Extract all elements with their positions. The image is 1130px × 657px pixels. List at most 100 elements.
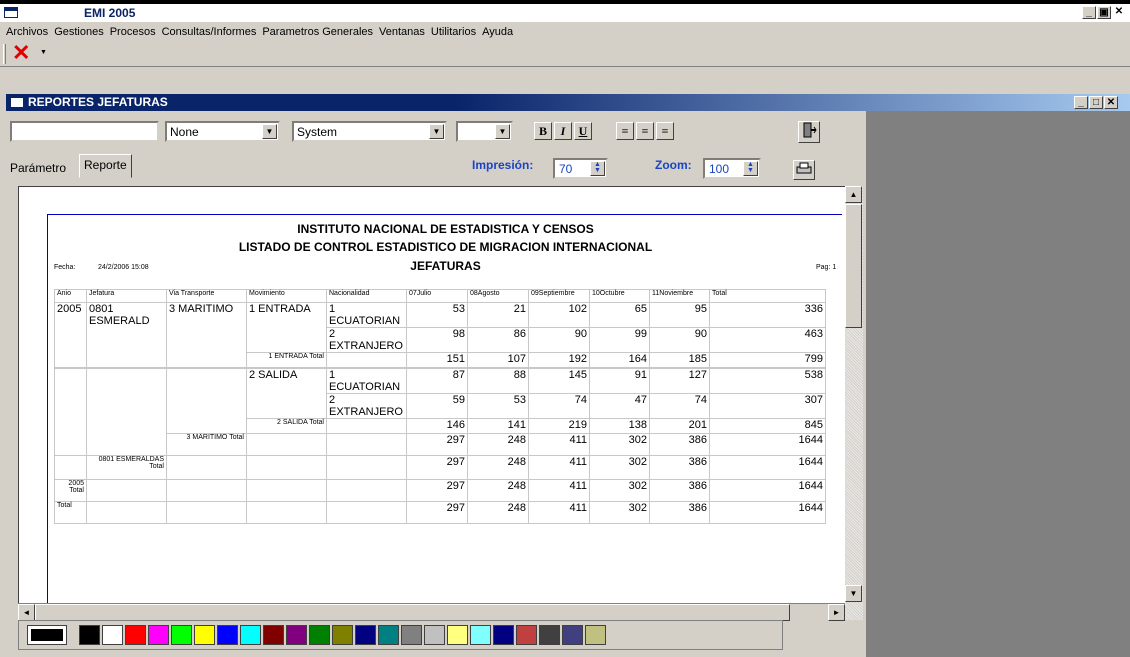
horizontal-scrollbar[interactable]: ◄ ► <box>18 603 845 621</box>
color-swatch[interactable] <box>447 625 468 645</box>
align-center-icon[interactable]: ≡ <box>636 122 654 140</box>
color-swatch[interactable] <box>102 625 123 645</box>
chevron-down-icon[interactable]: ▼ <box>262 124 277 139</box>
color-swatch[interactable] <box>424 625 445 645</box>
fecha-value: 24/2/2006 15:08 <box>98 264 149 271</box>
color-swatch[interactable] <box>516 625 537 645</box>
cell-subtotal-label: 3 MARITIMO Total <box>166 432 247 456</box>
color-swatch[interactable] <box>171 625 192 645</box>
app-title-bar: EMI 2005 _ ▣ ✕ <box>0 4 1130 22</box>
toolbar-grip[interactable] <box>3 44 6 64</box>
cell-value: 146 <box>406 417 468 434</box>
close-icon[interactable]: ✕ <box>12 42 30 64</box>
color-swatch[interactable] <box>263 625 284 645</box>
vertical-scrollbar[interactable]: ▲ ▼ <box>845 186 863 620</box>
tab-parametro[interactable]: Parámetro <box>6 158 70 178</box>
align-right-icon[interactable]: ≡ <box>656 122 674 140</box>
color-swatch[interactable] <box>562 625 583 645</box>
menu-gestiones[interactable]: Gestiones <box>51 26 107 38</box>
scroll-right-icon[interactable]: ► <box>828 604 845 621</box>
child-minimize-icon[interactable]: _ <box>1074 96 1088 109</box>
app-window-controls: _ ▣ ✕ <box>1082 6 1126 19</box>
chevron-down-icon[interactable]: ▼ <box>40 49 47 56</box>
cell-value: 87 <box>406 367 468 394</box>
cell-value: 302 <box>589 454 650 480</box>
zoom-spinner[interactable]: 100 ▲ ▼ <box>703 158 761 179</box>
color-swatch[interactable] <box>240 625 261 645</box>
cell-value: 98 <box>406 327 468 353</box>
app-minimize-icon[interactable]: _ <box>1082 6 1096 19</box>
child-close-icon[interactable]: ✕ <box>1104 96 1118 109</box>
menu-utilitarios[interactable]: Utilitarios <box>428 26 479 38</box>
color-swatch[interactable] <box>470 625 491 645</box>
color-swatch[interactable] <box>286 625 307 645</box>
current-color-swatch[interactable] <box>27 625 67 645</box>
cell-subtotal-label: 1 ENTRADA Total <box>246 352 327 368</box>
menu-consultas[interactable]: Consultas/Informes <box>159 26 260 38</box>
color-swatch[interactable] <box>309 625 330 645</box>
color-swatch[interactable] <box>332 625 353 645</box>
scroll-down-icon[interactable]: ▼ <box>845 585 862 602</box>
cell-year: 2005 <box>54 302 87 368</box>
cell-value: 386 <box>649 432 710 456</box>
cell-empty <box>326 500 407 524</box>
tab-reporte[interactable]: Reporte <box>79 154 132 178</box>
size-select[interactable]: ▼ <box>456 121 513 142</box>
chevron-down-icon[interactable]: ▼ <box>429 124 444 139</box>
style-select[interactable]: None ▼ <box>165 121 280 142</box>
chevron-down-icon[interactable]: ▼ <box>495 124 510 139</box>
esmeraldas-total-label: 0801 ESMERALDAS <box>98 455 164 463</box>
page-number: Pag: 1 <box>816 264 837 271</box>
align-left-icon[interactable]: ≡ <box>616 122 634 140</box>
cell-total: 307 <box>709 392 826 419</box>
cell-empty <box>326 432 407 456</box>
child-window-controls: _ □ ✕ <box>1074 96 1118 109</box>
cell-value: 145 <box>528 367 590 394</box>
menu-ayuda[interactable]: Ayuda <box>479 26 516 38</box>
child-maximize-icon[interactable]: □ <box>1089 96 1103 109</box>
app-close-icon[interactable]: ✕ <box>1112 6 1126 19</box>
menu-ventanas[interactable]: Ventanas <box>376 26 428 38</box>
cell-nacionalidad: 2 EXTRANJERO <box>326 327 407 353</box>
underline-button[interactable]: U <box>574 122 592 140</box>
menu-archivos[interactable]: Archivos <box>3 26 51 38</box>
vertical-scroll-thumb[interactable] <box>845 204 862 328</box>
cell-value: 127 <box>649 367 710 394</box>
font-name-input[interactable] <box>10 121 159 142</box>
menu-bar: Archivos Gestiones Procesos Consultas/In… <box>0 22 1130 41</box>
horizontal-scroll-thumb[interactable] <box>35 604 790 621</box>
fecha-label: Fecha: <box>54 264 76 271</box>
scroll-up-icon[interactable]: ▲ <box>845 186 862 203</box>
color-swatch[interactable] <box>378 625 399 645</box>
cell-empty <box>166 500 247 524</box>
color-swatch[interactable] <box>194 625 215 645</box>
app-restore-icon[interactable]: ▣ <box>1097 6 1111 19</box>
spinner-arrows-icon[interactable]: ▲ ▼ <box>590 161 605 176</box>
font-select[interactable]: System ▼ <box>292 121 447 142</box>
print-icon[interactable] <box>793 160 815 180</box>
color-swatch[interactable] <box>355 625 376 645</box>
color-swatch[interactable] <box>79 625 100 645</box>
scroll-left-icon[interactable]: ◄ <box>18 604 35 621</box>
exit-door-icon[interactable] <box>798 121 820 143</box>
zoom-value: 100 <box>709 161 730 176</box>
report-preview[interactable]: INSTITUTO NACIONAL DE ESTADISTICA Y CENS… <box>18 186 863 620</box>
italic-button[interactable]: I <box>554 122 572 140</box>
color-swatch[interactable] <box>148 625 169 645</box>
color-swatch[interactable] <box>401 625 422 645</box>
table-header-row: Anio Jefatura Via Transporte Movimiento … <box>54 289 826 303</box>
bold-button[interactable]: B <box>534 122 552 140</box>
color-swatch[interactable] <box>125 625 146 645</box>
impresion-spinner[interactable]: 70 ▲ ▼ <box>553 158 608 179</box>
cell-jefatura: 0801 ESMERALD <box>86 302 167 368</box>
cell-nacionalidad: 1 ECUATORIAN <box>326 302 407 328</box>
color-swatch[interactable] <box>585 625 606 645</box>
menu-parametros[interactable]: Parametros Generales <box>259 26 376 38</box>
spinner-arrows-icon[interactable]: ▲ ▼ <box>743 161 758 176</box>
menu-procesos[interactable]: Procesos <box>107 26 159 38</box>
col-header: 08Agosto <box>467 289 529 303</box>
color-swatch[interactable] <box>217 625 238 645</box>
color-swatch[interactable] <box>539 625 560 645</box>
cell-value: 386 <box>649 478 710 502</box>
color-swatch[interactable] <box>493 625 514 645</box>
